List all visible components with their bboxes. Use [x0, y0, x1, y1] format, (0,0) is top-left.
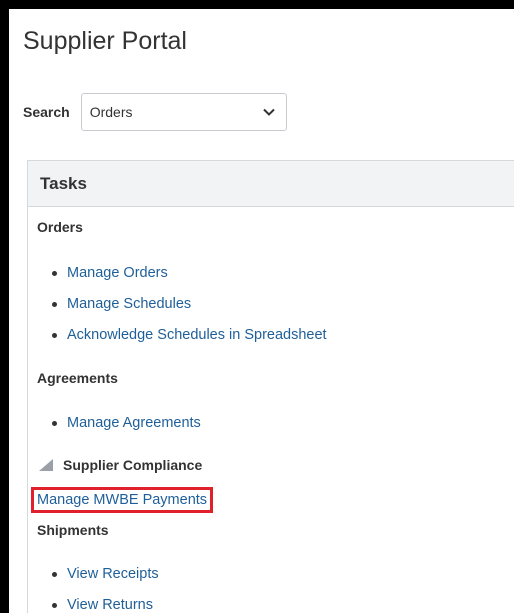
manage-mwbe-payments-link[interactable]: Manage MWBE Payments — [31, 487, 214, 513]
bullet-icon — [52, 572, 57, 577]
agreements-heading: Agreements — [37, 370, 118, 386]
manage-agreements-link[interactable]: Manage Agreements — [67, 413, 201, 433]
supplier-compliance-heading: Supplier Compliance — [63, 457, 203, 473]
search-row: Search Orders — [23, 93, 287, 131]
search-label: Search — [23, 104, 70, 120]
search-select[interactable]: Orders — [80, 93, 287, 131]
list-item: Manage Schedules — [52, 294, 327, 325]
search-select-value: Orders — [89, 104, 133, 120]
view-receipts-link[interactable]: View Receipts — [67, 564, 159, 584]
list-item: View Receipts — [52, 564, 159, 595]
bullet-icon — [52, 271, 57, 276]
bullet-icon — [52, 603, 57, 608]
portal-frame: Supplier Portal Search Orders Tasks Orde… — [9, 9, 514, 613]
manage-orders-link[interactable]: Manage Orders — [67, 263, 168, 283]
expand-triangle-icon — [39, 459, 53, 471]
view-returns-link[interactable]: View Returns — [67, 595, 153, 613]
list-item: Manage Orders — [52, 263, 327, 294]
tasks-panel: Tasks Orders Manage Orders Manage Schedu… — [27, 160, 514, 613]
tasks-header: Tasks — [28, 161, 514, 207]
orders-heading: Orders — [37, 219, 83, 235]
list-item: View Returns — [52, 595, 159, 613]
bullet-icon — [52, 302, 57, 307]
list-item: Acknowledge Schedules in Spreadsheet — [52, 325, 327, 356]
agreements-task-list: Manage Agreements — [52, 413, 201, 444]
manage-schedules-link[interactable]: Manage Schedules — [67, 294, 191, 314]
shipments-task-list: View Receipts View Returns — [52, 564, 159, 613]
list-item: Manage Agreements — [52, 413, 201, 444]
bullet-icon — [52, 333, 57, 338]
page-title: Supplier Portal — [23, 27, 187, 55]
supplier-compliance-toggle[interactable]: Supplier Compliance — [39, 457, 202, 473]
bullet-icon — [52, 421, 57, 426]
acknowledge-schedules-link[interactable]: Acknowledge Schedules in Spreadsheet — [67, 325, 327, 345]
chevron-down-icon — [262, 108, 275, 116]
orders-task-list: Manage Orders Manage Schedules Acknowled… — [52, 263, 327, 356]
shipments-heading: Shipments — [37, 522, 109, 538]
